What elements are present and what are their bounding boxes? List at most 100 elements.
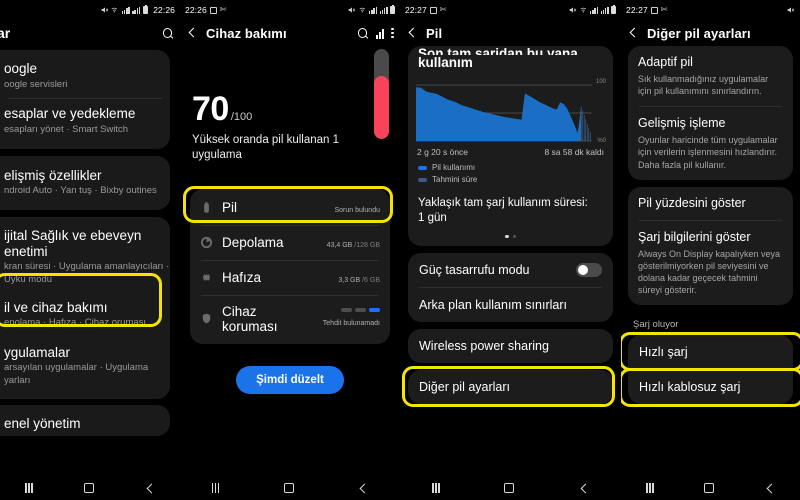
page-title: Cihaz bakımı	[206, 25, 287, 41]
score-summary: Yüksek oranda pil kullanan 1 uygulama	[192, 134, 340, 161]
back-icon[interactable]	[145, 483, 155, 493]
battery-usage-card: Son tam şarjdan bu yana kullanım 100 %0 …	[408, 46, 613, 246]
settings-card: elişmiş özellikler ndroid Auto · Yan tuş…	[0, 155, 170, 210]
battery-estimate: Yaklaşık tam şarj kullanım süresi: 1 gün	[408, 187, 613, 226]
back-icon[interactable]	[358, 483, 368, 493]
recent-apps-icon[interactable]	[646, 483, 654, 493]
fix-now-wrapper: Şimdi düzelt	[180, 365, 400, 394]
screenshot-icon	[429, 6, 437, 14]
kebab-menu-icon[interactable]	[391, 28, 394, 38]
chart-caption-right: 8 sa 58 dk kaldı	[544, 146, 604, 157]
item-title: Gelişmiş işleme	[638, 116, 726, 131]
shield-icon	[200, 312, 213, 325]
charging-item-fast-charge[interactable]: Hızlı şarj	[628, 335, 793, 369]
settings-item-google[interactable]: oogle oogle servisleri	[0, 55, 170, 98]
settings-item-subtitle: esapları yönet · Smart Switch	[4, 123, 129, 135]
battery-usage-chart: 100 %0	[416, 79, 606, 144]
back-button[interactable]	[186, 27, 199, 40]
legend-item-estimate: Tahmini süre	[418, 174, 603, 186]
card-pager[interactable]	[408, 234, 613, 238]
battery-row-wireless-power-sharing[interactable]: Wireless power sharing	[408, 329, 613, 363]
settings-item-apps[interactable]: ygulamalar arsayılan uygulamalar · Uygul…	[0, 337, 170, 394]
battery-row-power-saving[interactable]: Güç tasarrufu modu	[408, 253, 613, 287]
fix-now-button[interactable]: Şimdi düzelt	[236, 365, 344, 394]
chart-captions: 2 g 20 s önce 8 sa 58 dk kaldı	[408, 144, 613, 157]
other-battery-item-adaptive[interactable]: Adaptif pil Sık kullanmadığınız uygulama…	[628, 46, 793, 106]
back-button[interactable]	[406, 27, 419, 40]
signal-bars-icon-1	[590, 6, 599, 14]
status-bar-battery: 22:27 ✄	[400, 0, 621, 20]
settings-item-title: elişmiş özellikler	[4, 167, 102, 183]
battery-usage-heading-clipped: Son tam şarjdan bu yana	[418, 46, 578, 55]
signal-bars-icon-2	[379, 6, 388, 14]
other-battery-item-enhanced-processing[interactable]: Gelişmiş işleme Oyunlar haricinde tüm uy…	[628, 107, 793, 179]
row-status: 43,4 GB /128 GB	[326, 241, 380, 249]
battery-usage-heading: Son tam şarjdan bu yana kullanım	[408, 46, 613, 72]
chart-legend: Pil kullanımı Tahmini süre	[408, 157, 613, 187]
screenshot-root: 22:26 ar oogle oogle servisleri esaplar …	[0, 0, 800, 500]
chart-caption-left: 2 g 20 s önce	[417, 146, 469, 157]
pager-dot-2[interactable]	[512, 234, 516, 238]
home-icon[interactable]	[83, 483, 94, 493]
back-button[interactable]	[627, 27, 640, 40]
other-battery-item-show-charging-info[interactable]: Şarj bilgilerini göster Always On Displa…	[628, 221, 793, 306]
memory-icon	[200, 271, 213, 284]
item-subtitle: Always On Display kapalıyken veya göster…	[638, 248, 781, 296]
row-label: Wireless power sharing	[419, 338, 549, 353]
wifi-icon	[359, 6, 367, 14]
settings-item-digital-wellbeing[interactable]: ijital Sağlık ve ebeveyn enetimi kran sü…	[0, 222, 170, 293]
battery-row-other-battery-settings[interactable]: Diğer pil ayarları	[408, 370, 613, 404]
other-battery-item-show-percentage[interactable]: Pil yüzdesini göster	[628, 187, 793, 220]
charging-item-fast-wireless-charge[interactable]: Hızlı kablosuz şarj	[628, 370, 793, 404]
search-icon[interactable]	[356, 27, 369, 40]
status-time: 22:27	[405, 5, 427, 15]
settings-item-title: enel yönetim	[4, 416, 81, 432]
pager-dot-1[interactable]	[505, 234, 509, 238]
row-label: Diğer pil ayarları	[419, 379, 511, 394]
status-bar-device-care: 22:26 ✄	[180, 0, 400, 20]
appbar-device-care: Cihaz bakımı	[180, 20, 400, 46]
settings-item-advanced-features[interactable]: elişmiş özellikler ndroid Auto · Yan tuş…	[0, 161, 170, 205]
chart-y-tick-bottom: %0	[597, 137, 606, 144]
device-care-row-protection[interactable]: Cihaz koruması Tehdit bulunamadı	[190, 296, 390, 342]
recent-apps-icon[interactable]	[25, 483, 33, 493]
row-label: Hafıza	[222, 270, 262, 286]
back-icon[interactable]	[765, 483, 775, 493]
battery-row-background-limits[interactable]: Arka plan kullanım sınırları	[408, 288, 613, 322]
recent-apps-icon[interactable]	[432, 483, 440, 493]
bar-chart-icon[interactable]	[376, 28, 384, 39]
scissors-icon: ✄	[439, 5, 447, 14]
legend-swatch-usage	[418, 166, 427, 171]
device-care-row-battery[interactable]: Pil Sorun bulundu	[190, 191, 390, 225]
navbar-battery	[400, 476, 621, 500]
recent-apps-icon[interactable]	[212, 483, 220, 493]
power-saving-toggle[interactable]	[576, 262, 602, 277]
settings-item-general-management[interactable]: enel yönetim	[0, 410, 170, 434]
home-icon[interactable]	[704, 483, 715, 493]
status-bar-other-battery: 22:27 ✄	[621, 0, 800, 20]
mute-icon	[569, 6, 577, 14]
page-title: ar	[0, 25, 11, 41]
screenshot-icon	[209, 6, 217, 14]
charging-card: Hızlı şarj Hızlı kablosuz şarj	[628, 335, 793, 405]
search-icon[interactable]	[161, 27, 174, 40]
settings-item-title: oogle	[4, 61, 38, 76]
home-icon[interactable]	[283, 483, 294, 493]
legend-swatch-estimate	[418, 178, 427, 183]
settings-item-device-care[interactable]: il ve cihaz bakımı epolama · Hafıza · Ci…	[0, 293, 170, 337]
device-care-row-memory[interactable]: Hafıza 3,3 GB /6 GB	[190, 261, 390, 295]
panel-battery: 22:27 ✄ Pil Son tam şarjdan bu yana kull…	[400, 0, 621, 500]
settings-item-title: ygulamalar	[4, 344, 71, 360]
battery-options-card-3: Diğer pil ayarları	[402, 365, 615, 407]
item-subtitle: Sık kullanmadığınız uygulamalar için pil…	[638, 74, 769, 97]
settings-item-accounts-backup[interactable]: esaplar ve yedekleme esapları yönet · Sm…	[0, 99, 170, 143]
panel-other-battery-settings: 22:27 ✄ Diğer pil ayarları Adaptif pil S…	[621, 0, 800, 500]
home-icon[interactable]	[504, 483, 515, 493]
back-icon[interactable]	[579, 483, 589, 493]
other-battery-card-1: Adaptif pil Sık kullanmadığınız uygulama…	[628, 46, 793, 180]
legend-label-usage: Pil kullanımı	[432, 162, 476, 172]
battery-usage-heading-line2: kullanım	[418, 55, 473, 70]
panel-device-care: 22:26 ✄ Cihaz bakımı 70 /100 Yüksek oran…	[180, 0, 400, 500]
battery-status-icon	[611, 4, 616, 15]
device-care-row-storage[interactable]: Depolama 43,4 GB /128 GB	[190, 226, 390, 260]
